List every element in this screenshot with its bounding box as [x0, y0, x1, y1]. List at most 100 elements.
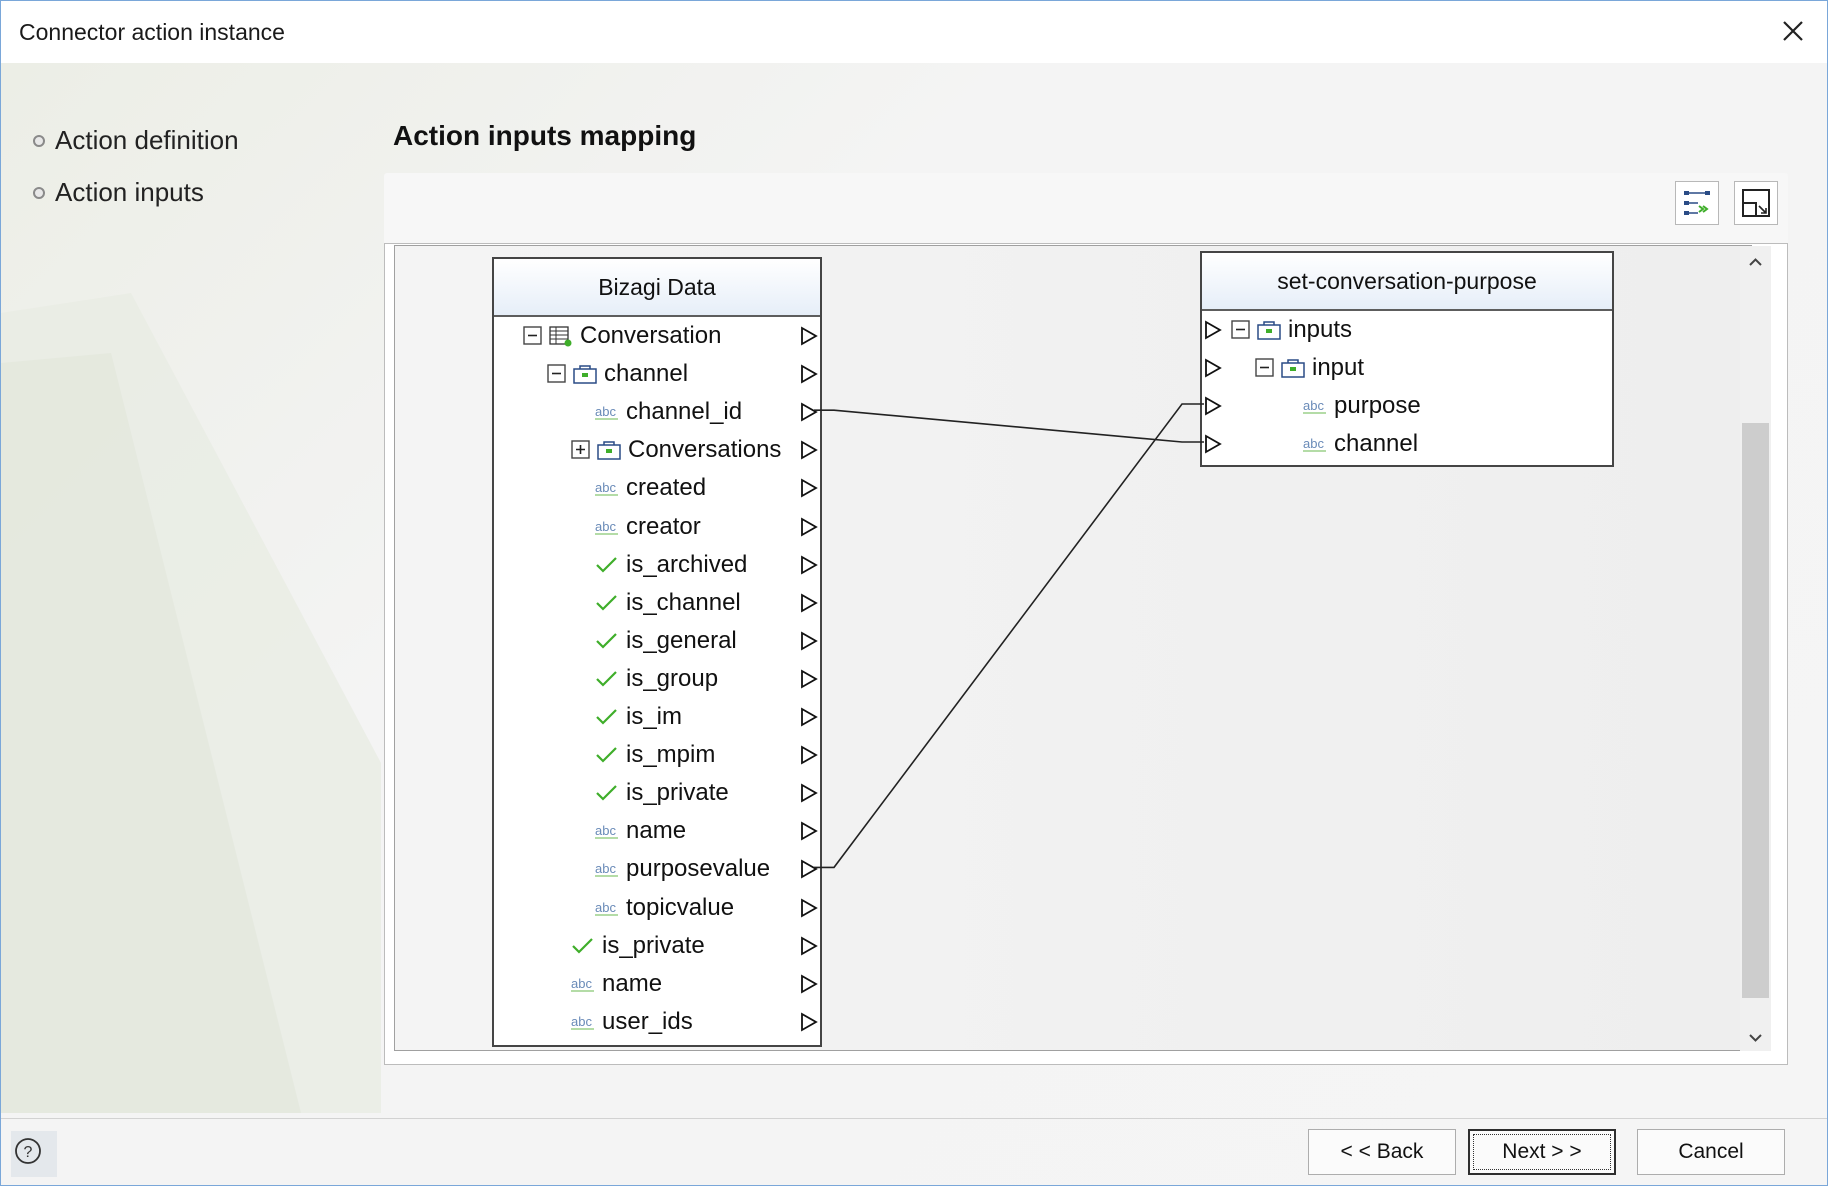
connector-port-icon[interactable] [1204, 434, 1222, 454]
connector-port-icon[interactable] [800, 783, 818, 803]
tree-node-label: inputs [1288, 316, 1353, 343]
next-button[interactable]: Next > > [1468, 1129, 1616, 1175]
target-tree-node[interactable]: inputs [1230, 311, 1352, 349]
source-tree-node[interactable]: abc created [594, 469, 706, 507]
connector-port-icon[interactable] [800, 555, 818, 575]
source-tree-node[interactable]: Conversation [522, 317, 721, 355]
source-tree-node[interactable]: abc purposevalue [594, 850, 770, 888]
tree-node-label: created [626, 474, 707, 502]
connector-port-icon[interactable] [800, 631, 818, 651]
vertical-scrollbar[interactable] [1740, 246, 1771, 1051]
tree-node-label: is_im [626, 703, 683, 730]
tree-node-label: is_private [602, 931, 705, 959]
scroll-down-icon[interactable] [1747, 1029, 1764, 1046]
step-action-inputs[interactable]: Action inputs [33, 177, 204, 208]
scrollbar-thumb[interactable] [1742, 423, 1769, 998]
connector-port-icon[interactable] [800, 402, 818, 422]
step-action-definition[interactable]: Action definition [33, 125, 239, 156]
expand-icon[interactable] [570, 439, 592, 461]
connector-port-icon[interactable] [1204, 358, 1222, 378]
svg-text:abc: abc [571, 1014, 592, 1029]
tree-node-label: purpose [1334, 392, 1421, 419]
connector-port-icon[interactable] [800, 821, 818, 841]
object-icon [1281, 359, 1305, 378]
source-tree-node[interactable]: is_im [594, 698, 682, 736]
string-abc-icon: abc [595, 404, 618, 420]
connector-port-icon[interactable] [800, 440, 818, 460]
string-abc-icon: abc [595, 861, 618, 878]
tree-node-label: is_group [626, 664, 719, 692]
svg-text:abc: abc [595, 404, 616, 419]
target-tree-node[interactable]: input [1254, 349, 1364, 387]
connector-port-icon[interactable] [800, 859, 818, 879]
collapse-icon[interactable] [1230, 319, 1252, 341]
tree-node-label: is_mpim [626, 741, 716, 769]
source-tree-node[interactable]: abc name [570, 965, 662, 1003]
collapse-icon[interactable] [546, 363, 568, 385]
source-tree-node[interactable]: is_archived [594, 546, 747, 584]
source-tree-node[interactable]: abc creator [594, 508, 701, 546]
target-tree-node[interactable]: abc purpose [1302, 387, 1421, 425]
object-icon [597, 441, 621, 461]
boolean-check-icon [596, 671, 617, 687]
svg-text:abc: abc [571, 976, 592, 991]
target-action-tree: set-conversation-purpose inputs input abc p… [1200, 251, 1614, 467]
step-label: Action inputs [55, 177, 204, 207]
tree-node-label: channel_id [626, 398, 743, 426]
connector-port-icon[interactable] [1204, 396, 1222, 416]
svg-text:abc: abc [595, 823, 616, 838]
string-abc-icon: abc [595, 519, 618, 535]
tree-node-label: Conversations [628, 436, 782, 464]
auto-map-button[interactable] [1675, 181, 1719, 225]
svg-text:abc: abc [1303, 436, 1324, 451]
back-button[interactable]: < < Back [1308, 1129, 1456, 1175]
source-tree-node[interactable]: is_channel [594, 584, 741, 622]
tree-node-label: name [602, 969, 663, 997]
source-tree-node[interactable]: abc channel_id [594, 393, 742, 431]
source-tree-node[interactable]: is_group [594, 660, 718, 698]
window-title: Connector action instance [19, 19, 285, 45]
boolean-check-icon [572, 937, 593, 954]
source-tree-node[interactable]: abc topicvalue [594, 889, 734, 927]
collapse-icon[interactable] [1254, 357, 1276, 379]
tree-node-label: name [626, 817, 687, 845]
source-tree-header: Bizagi Data [494, 259, 820, 317]
source-tree-node[interactable]: Conversations [570, 431, 781, 469]
string-abc-icon: abc [1303, 436, 1326, 452]
boolean-check-icon [596, 594, 617, 611]
layout-button[interactable] [1734, 181, 1778, 225]
source-tree-node[interactable]: abc user_ids [570, 1003, 693, 1041]
cancel-button[interactable]: Cancel [1637, 1129, 1785, 1175]
connector-port-icon[interactable] [800, 745, 818, 765]
collapse-icon[interactable] [522, 325, 544, 347]
connector-port-icon[interactable] [800, 897, 818, 918]
step-label: Action definition [55, 125, 239, 155]
source-tree-node[interactable]: is_general [594, 622, 737, 660]
connector-port-icon[interactable] [800, 364, 818, 384]
string-abc-icon: abc [595, 823, 618, 839]
tree-node-label: is_channel [626, 588, 741, 616]
source-tree-node[interactable]: is_private [570, 927, 705, 965]
connector-port-icon[interactable] [800, 936, 818, 956]
connector-port-icon[interactable] [800, 326, 818, 346]
scroll-up-icon[interactable] [1747, 254, 1764, 271]
connector-port-icon[interactable] [800, 478, 818, 498]
source-tree-node[interactable]: is_private [594, 774, 729, 812]
connector-port-icon[interactable] [800, 707, 818, 727]
tree-node-label: purposevalue [626, 855, 771, 883]
target-tree-node[interactable]: abc channel [1302, 425, 1418, 463]
source-tree-node[interactable]: abc name [594, 812, 686, 850]
tree-node-label: is_private [626, 779, 729, 807]
close-icon[interactable] [1773, 11, 1813, 51]
connector-port-icon[interactable] [800, 974, 818, 994]
connector-port-icon[interactable] [800, 593, 818, 613]
help-icon[interactable]: ? [11, 1131, 57, 1177]
connector-port-icon[interactable] [800, 669, 818, 689]
connector-port-icon[interactable] [800, 1012, 818, 1032]
step-bullet-icon [33, 186, 45, 199]
connector-port-icon[interactable] [1204, 320, 1222, 340]
connector-port-icon[interactable] [800, 516, 818, 537]
source-tree-node[interactable]: channel [546, 355, 688, 393]
boolean-check-icon [596, 747, 617, 763]
source-tree-node[interactable]: is_mpim [594, 736, 715, 774]
